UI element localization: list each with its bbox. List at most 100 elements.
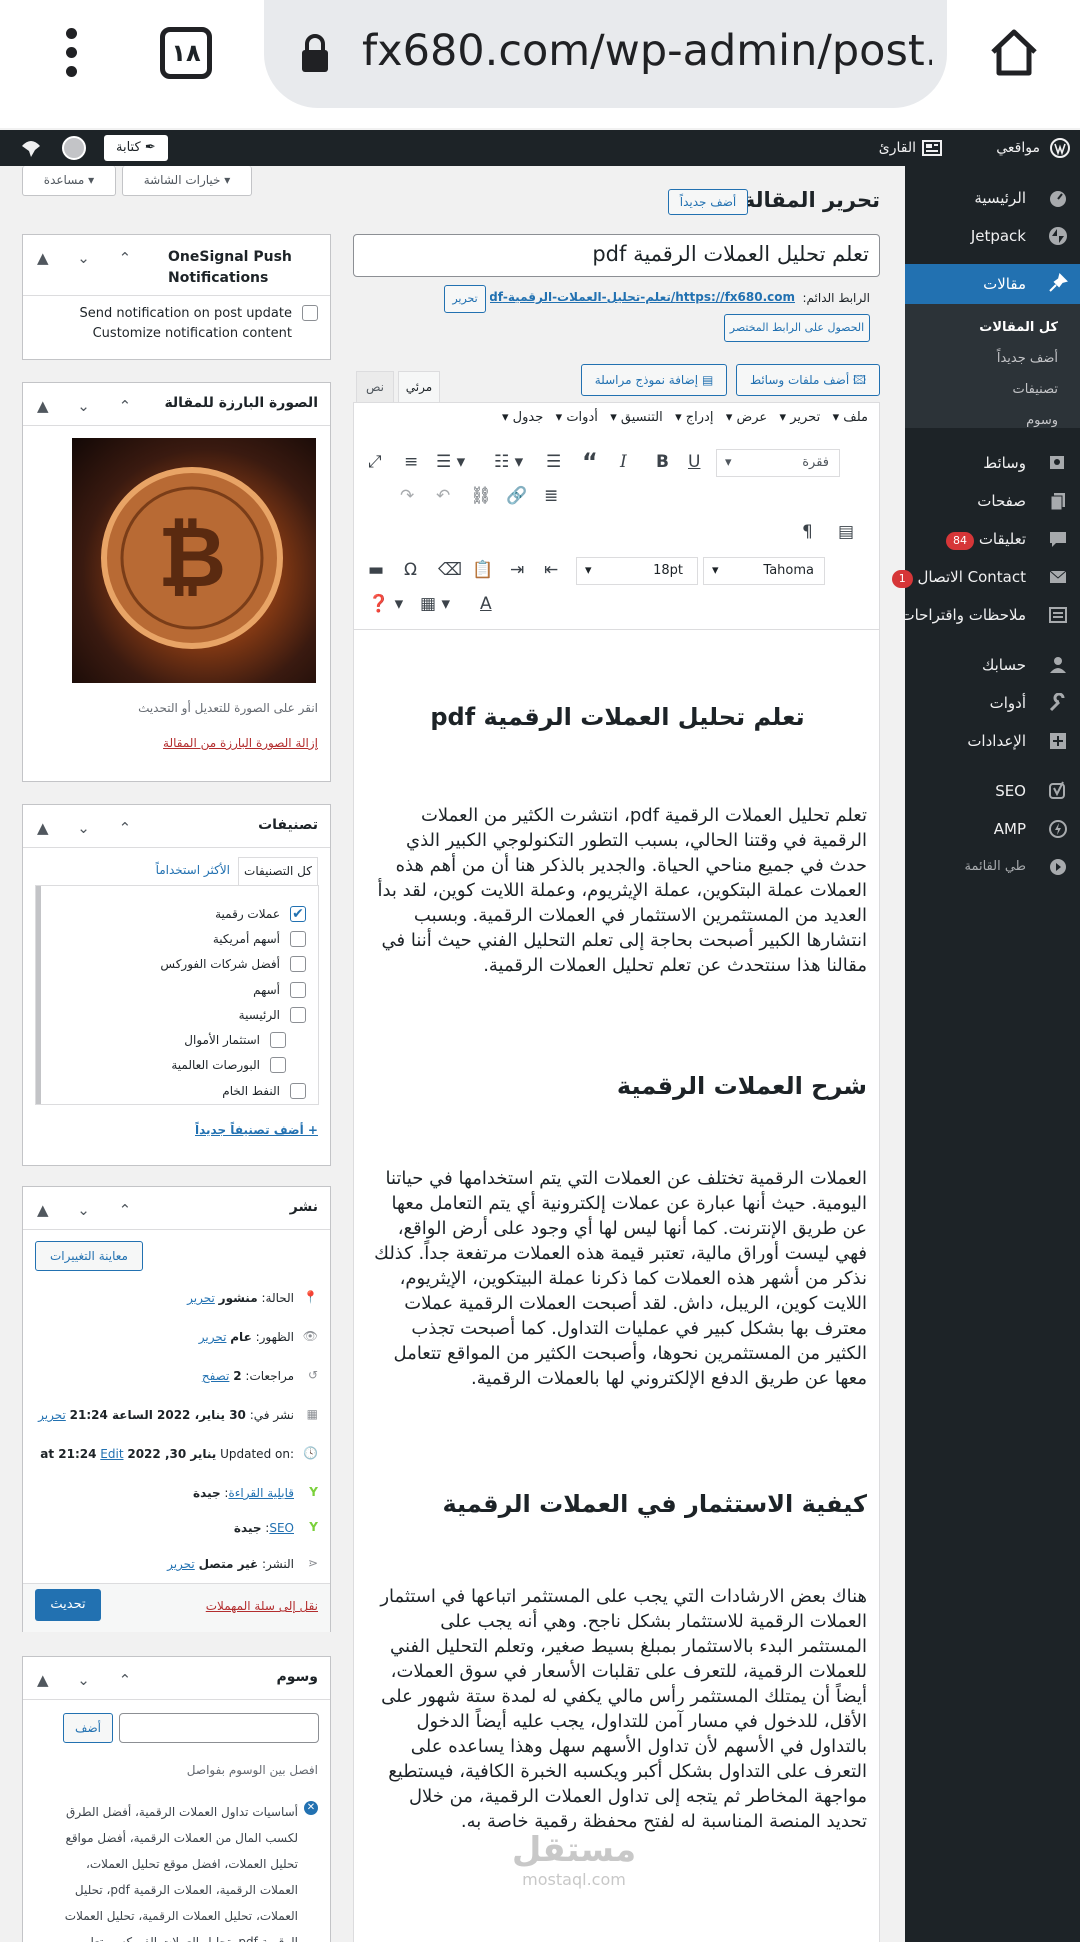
- table-icon[interactable]: ▦ ▾: [420, 594, 450, 614]
- updated-edit-link[interactable]: Edit: [100, 1447, 123, 1461]
- align-center-icon[interactable]: ≡: [404, 452, 418, 472]
- categories-scrollbar[interactable]: [36, 886, 41, 1104]
- align-justify-icon[interactable]: ≣: [544, 486, 558, 506]
- my-sites-link[interactable]: مواقعي: [996, 130, 1040, 166]
- blockquote-icon[interactable]: “: [582, 448, 598, 476]
- bullet-list-icon[interactable]: ☰: [546, 452, 561, 472]
- avatar[interactable]: [62, 136, 86, 160]
- category-checkbox[interactable]: [290, 1083, 306, 1099]
- submenu-tags[interactable]: وسوم: [905, 405, 1080, 436]
- clear-format-icon[interactable]: ⌫: [438, 560, 462, 580]
- category-checkbox-checked[interactable]: ✔: [290, 906, 306, 922]
- undo-icon[interactable]: ↶: [436, 486, 450, 506]
- category-checkbox[interactable]: [290, 1007, 306, 1023]
- readability-link[interactable]: قابلية القراءة: [228, 1486, 294, 1500]
- menu-file[interactable]: ملف: [843, 410, 868, 425]
- revisions-browse-link[interactable]: تصفح: [202, 1369, 230, 1383]
- shortlink-button[interactable]: الحصول على الرابط المختصر: [724, 314, 870, 342]
- menu-format[interactable]: التنسيق: [621, 410, 663, 425]
- add-media-button[interactable]: أضف ملفات وسائط 🖾: [736, 364, 880, 396]
- menu-view[interactable]: عرض: [737, 410, 768, 425]
- indent-icon[interactable]: ⇥: [510, 560, 524, 580]
- link-icon[interactable]: 🔗: [506, 486, 527, 506]
- category-checkbox[interactable]: [270, 1032, 286, 1048]
- align-right-icon[interactable]: ☰ ▾: [436, 452, 465, 472]
- update-button[interactable]: تحديث: [35, 1589, 101, 1621]
- screen-options-button[interactable]: خيارات الشاشة ▾: [122, 166, 252, 196]
- italic-icon[interactable]: I: [620, 452, 627, 472]
- menu-insert[interactable]: إدراج: [686, 410, 714, 425]
- featured-image[interactable]: ₿: [72, 438, 316, 683]
- add-category-link[interactable]: + أضف تصنيفاً جديداً: [195, 1123, 318, 1137]
- menu-tools[interactable]: أدوات: [566, 410, 598, 425]
- help-icon[interactable]: ❓ ▾: [368, 594, 403, 614]
- menu-item-settings[interactable]: الإعدادات: [905, 722, 1080, 760]
- add-new-button[interactable]: أضف جديداً: [668, 189, 748, 215]
- menu-item-jetpack[interactable]: Jetpack: [905, 217, 1080, 255]
- text-color-icon[interactable]: A: [480, 594, 492, 614]
- category-checkbox[interactable]: [290, 931, 306, 947]
- format-select[interactable]: فقرة ▾: [716, 449, 840, 477]
- unlink-icon[interactable]: ⛓: [470, 486, 492, 506]
- status-edit-link[interactable]: تحرير: [187, 1291, 215, 1305]
- reader-icon[interactable]: [922, 140, 942, 156]
- menu-item-tools[interactable]: أدوات: [905, 684, 1080, 722]
- box-controls[interactable]: ▲ ⌄ ⌃: [37, 397, 143, 415]
- category-checkbox[interactable]: [270, 1057, 286, 1073]
- menu-item-dashboard[interactable]: الرئيسية: [905, 179, 1080, 217]
- submenu-add-new[interactable]: أضف جديداً: [905, 343, 1080, 374]
- font-family-select[interactable]: Tahoma ▾: [703, 557, 825, 585]
- permalink-link[interactable]: https://fx680.com/تعلم-تحليل-العملات-الر…: [490, 290, 795, 304]
- submenu-categories[interactable]: تصنيفات: [905, 374, 1080, 405]
- tab-most-used[interactable]: الأكثر استخداماً: [156, 863, 230, 877]
- preview-changes-button[interactable]: معاينة التغييرات: [35, 1241, 143, 1271]
- permalink-edit-button[interactable]: تحرير: [444, 285, 486, 313]
- toolbar-toggle-icon[interactable]: ▤: [838, 522, 854, 542]
- editor-content[interactable]: تعلم تحليل العملات الرقمية pdf تعلم تحلي…: [353, 630, 880, 1942]
- paste-text-icon[interactable]: 📋: [472, 560, 493, 580]
- move-to-trash-link[interactable]: نقل إلى سلة المهملات: [206, 1599, 318, 1613]
- menu-item-comments[interactable]: تعليقات 84: [905, 520, 1080, 558]
- tab-visual[interactable]: مرئي: [398, 371, 440, 403]
- notifications-icon[interactable]: [20, 138, 42, 158]
- menu-item-media[interactable]: وسائط: [905, 444, 1080, 482]
- fullscreen-icon[interactable]: ⤢: [368, 452, 382, 472]
- box-controls[interactable]: ▲ ⌄ ⌃: [37, 819, 143, 837]
- menu-item-pages[interactable]: صفحات: [905, 482, 1080, 520]
- special-char-icon[interactable]: Ω: [404, 560, 417, 580]
- box-controls[interactable]: ▲ ⌄ ⌃: [37, 249, 143, 267]
- menu-item-posts[interactable]: مقالات: [895, 264, 1080, 304]
- add-form-button[interactable]: إضافة نموذج مراسلة ▤: [581, 364, 727, 396]
- horizontal-line-icon[interactable]: ▬: [368, 560, 384, 580]
- post-title-input[interactable]: تعلم تحليل العملات الرقمية pdf: [353, 234, 880, 277]
- help-button[interactable]: مساعدة ▾: [22, 166, 116, 196]
- remove-tag-icon[interactable]: ✕: [304, 1801, 318, 1815]
- rtl-direction-icon[interactable]: ¶: [802, 522, 813, 542]
- home-icon[interactable]: [988, 26, 1040, 78]
- send-notification-checkbox[interactable]: [302, 305, 318, 321]
- box-controls[interactable]: ▲ ⌄ ⌃: [37, 1671, 143, 1689]
- write-button[interactable]: كتابة ✒: [104, 135, 168, 161]
- submenu-all-posts[interactable]: كل المقالات: [905, 312, 1080, 343]
- category-checkbox[interactable]: [290, 982, 306, 998]
- wordpress-logo-icon[interactable]: [1050, 138, 1070, 158]
- menu-item-feedback[interactable]: ملاحظات واقتراحات: [900, 596, 1080, 634]
- menu-table[interactable]: جدول: [513, 410, 544, 425]
- tab-all-categories[interactable]: كل التصنيفات: [238, 857, 318, 885]
- bold-icon[interactable]: B: [656, 452, 669, 472]
- font-size-select[interactable]: 18pt ▾: [576, 557, 698, 585]
- published-edit-link[interactable]: تحرير: [38, 1408, 66, 1422]
- tab-count-button[interactable]: ١٨: [160, 27, 212, 79]
- new-tag-input[interactable]: [119, 1713, 319, 1743]
- customize-checkbox[interactable]: [302, 325, 318, 341]
- menu-item-amp[interactable]: AMP: [905, 810, 1080, 848]
- menu-item-seo[interactable]: SEO: [905, 772, 1080, 810]
- url-text[interactable]: fx680.com/wp-admin/post.p: [362, 26, 932, 76]
- visibility-edit-link[interactable]: تحرير: [199, 1330, 227, 1344]
- menu-item-contact[interactable]: Contact الاتصال 1: [891, 558, 1080, 596]
- menu-item-collapse[interactable]: طي القائمة: [905, 848, 1080, 886]
- add-tag-button[interactable]: أضف: [63, 1713, 113, 1743]
- numbered-list-icon[interactable]: ☷ ▾: [494, 452, 523, 472]
- menu-item-profile[interactable]: حسابك: [905, 646, 1080, 684]
- remove-featured-link[interactable]: إزالة الصورة البارزة من المقالة: [163, 736, 318, 750]
